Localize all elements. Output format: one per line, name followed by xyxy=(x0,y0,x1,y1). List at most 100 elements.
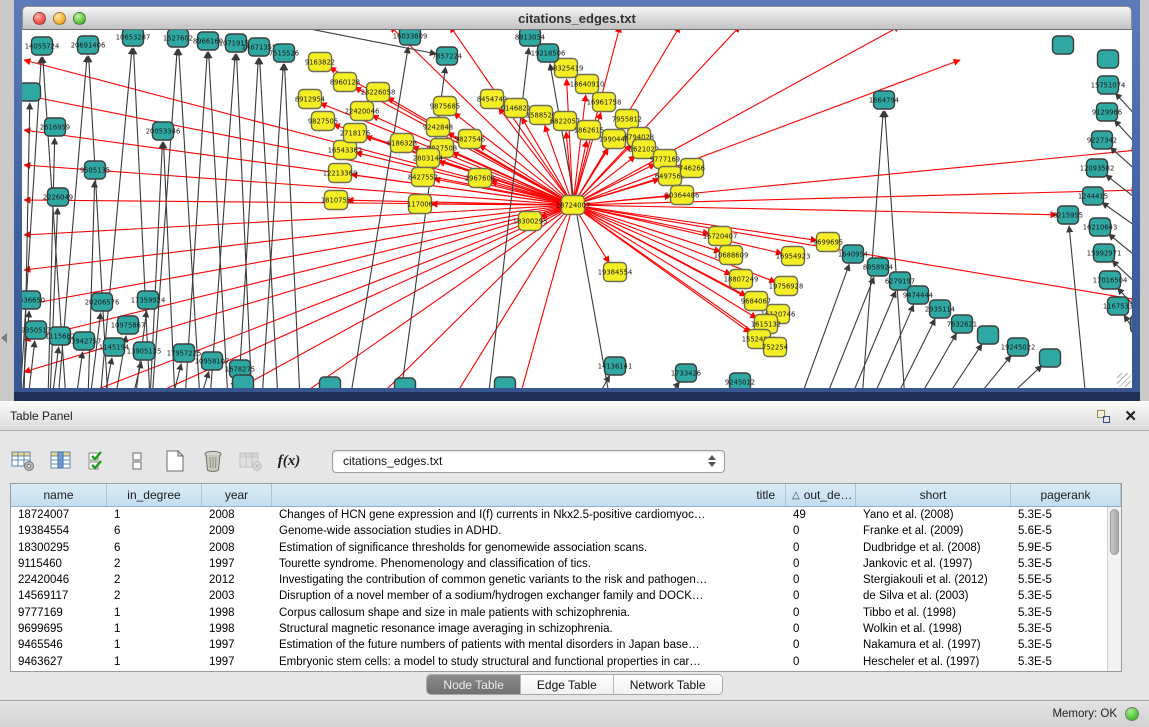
tab-edge-table[interactable]: Edge Table xyxy=(521,675,614,694)
table-cell[interactable]: Investigating the contribution of common… xyxy=(272,572,786,588)
table-cell[interactable]: Franke et al. (2009) xyxy=(856,523,1011,539)
table-cell[interactable]: 2 xyxy=(107,572,202,588)
column-header-outde[interactable]: △out_de… xyxy=(786,484,856,506)
table-cell[interactable]: Estimation of the future numbers of pati… xyxy=(272,637,786,653)
table-cell[interactable]: 0 xyxy=(786,523,856,539)
table-cell[interactable]: Wolkin et al. (1998) xyxy=(856,621,1011,637)
column-header-year[interactable]: year xyxy=(202,484,272,506)
table-row[interactable]: 1938455462009Genome-wide association stu… xyxy=(11,523,1121,539)
network-node[interactable] xyxy=(1040,349,1061,367)
table-cell[interactable]: Structural magnetic resonance image aver… xyxy=(272,621,786,637)
table-cell[interactable]: 5.3E-5 xyxy=(1011,556,1121,572)
table-cell[interactable]: 2003 xyxy=(202,588,272,604)
table-row[interactable]: 946362711997Embryonic stem cells: a mode… xyxy=(11,654,1121,670)
table-cell[interactable]: 5.3E-5 xyxy=(1011,654,1121,670)
column-header-name[interactable]: name xyxy=(11,484,107,506)
table-cell[interactable]: 9115460 xyxy=(11,556,107,572)
table-cell[interactable]: 1997 xyxy=(202,556,272,572)
network-window-titlebar[interactable]: citations_edges.txt xyxy=(22,6,1132,30)
zoom-button[interactable] xyxy=(73,12,86,25)
table-cell[interactable]: 9463627 xyxy=(11,654,107,670)
table-cell[interactable]: 5.3E-5 xyxy=(1011,588,1121,604)
table-row[interactable]: 1872400712008Changes of HCN gene express… xyxy=(11,507,1121,523)
table-row[interactable]: 1830029562008Estimation of significance … xyxy=(11,540,1121,556)
table-cell[interactable]: 2009 xyxy=(202,523,272,539)
table-cell[interactable]: 18724007 xyxy=(11,507,107,523)
table-scrollbar[interactable] xyxy=(1107,507,1121,671)
table-cell[interactable]: 1 xyxy=(107,507,202,523)
column-header-short[interactable]: short xyxy=(856,484,1011,506)
table-cell[interactable]: 1998 xyxy=(202,605,272,621)
table-row[interactable]: 977716911998Corpus callosum shape and si… xyxy=(11,605,1121,621)
table-cell[interactable]: 5.6E-5 xyxy=(1011,523,1121,539)
network-node[interactable] xyxy=(1053,36,1074,54)
table-cell[interactable]: 6 xyxy=(107,523,202,539)
table-cell[interactable]: Estimation of significance thresholds fo… xyxy=(272,540,786,556)
table-column-icon[interactable] xyxy=(48,449,74,473)
table-cell[interactable]: Tourette syndrome. Phenomenology and cla… xyxy=(272,556,786,572)
table-cell[interactable]: Corpus callosum shape and size in male p… xyxy=(272,605,786,621)
table-cell[interactable]: 1998 xyxy=(202,621,272,637)
table-cell[interactable]: Stergiakouli et al. (2012) xyxy=(856,572,1011,588)
table-row[interactable]: 911546021997Tourette syndrome. Phenomeno… xyxy=(11,556,1121,572)
new-table-icon[interactable] xyxy=(162,449,188,473)
network-node[interactable] xyxy=(495,377,516,388)
table-cell[interactable]: 1 xyxy=(107,654,202,670)
table-cell[interactable]: 0 xyxy=(786,540,856,556)
table-cell[interactable]: 2012 xyxy=(202,572,272,588)
table-cell[interactable]: Nakamura et al. (1997) xyxy=(856,637,1011,653)
table-row[interactable]: 946554611997Estimation of the future num… xyxy=(11,637,1121,653)
table-settings-icon[interactable] xyxy=(10,449,36,473)
table-row[interactable]: 969969511998Structural magnetic resonanc… xyxy=(11,621,1121,637)
table-selector-dropdown[interactable]: citations_edges.txt xyxy=(332,450,725,473)
close-button[interactable] xyxy=(33,12,46,25)
table-cell[interactable]: 0 xyxy=(786,621,856,637)
minimize-button[interactable] xyxy=(53,12,66,25)
network-node[interactable] xyxy=(1098,50,1119,68)
table-cell[interactable]: 6 xyxy=(107,540,202,556)
table-cell[interactable]: 9465546 xyxy=(11,637,107,653)
close-panel-icon[interactable]: ✕ xyxy=(1124,409,1137,424)
table-cell[interactable]: 0 xyxy=(786,654,856,670)
table-cell[interactable]: Embryonic stem cells: a model to study s… xyxy=(272,654,786,670)
network-node[interactable] xyxy=(395,378,416,388)
table-cell[interactable]: Yano et al. (2008) xyxy=(856,507,1011,523)
table-cell[interactable]: 22420046 xyxy=(11,572,107,588)
table-cell[interactable]: 2 xyxy=(107,556,202,572)
network-node[interactable] xyxy=(233,375,254,388)
table-cell[interactable]: 1 xyxy=(107,621,202,637)
column-header-title[interactable]: title xyxy=(272,484,786,506)
table-cell[interactable]: 0 xyxy=(786,588,856,604)
table-cell[interactable]: Disruption of a novel member of a sodium… xyxy=(272,588,786,604)
table-cell[interactable]: 1997 xyxy=(202,637,272,653)
table-cell[interactable]: 14569117 xyxy=(11,588,107,604)
panel-collapse-arrow[interactable] xyxy=(1,333,7,343)
network-node[interactable] xyxy=(22,83,41,101)
table-cell[interactable]: 9699695 xyxy=(11,621,107,637)
network-canvas[interactable]: 1872400791638228960128891295498275051654… xyxy=(22,30,1132,388)
table-cell[interactable]: 19384554 xyxy=(11,523,107,539)
table-cell[interactable]: 5.3E-5 xyxy=(1011,605,1121,621)
table-cell[interactable]: 5.3E-5 xyxy=(1011,621,1121,637)
table-cell[interactable]: 5.3E-5 xyxy=(1011,507,1121,523)
tab-network-table[interactable]: Network Table xyxy=(614,675,722,694)
table-row[interactable]: 1456911722003Disruption of a novel membe… xyxy=(11,588,1121,604)
table-cell[interactable]: Genome-wide association studies in ADHD. xyxy=(272,523,786,539)
column-header-pagerank[interactable]: pagerank xyxy=(1011,484,1121,506)
table-cell[interactable]: 0 xyxy=(786,556,856,572)
tab-node-table[interactable]: Node Table xyxy=(427,675,521,694)
table-cell[interactable]: 49 xyxy=(786,507,856,523)
function-icon[interactable]: f(x) xyxy=(276,449,302,473)
table-cell[interactable]: 1997 xyxy=(202,654,272,670)
delete-table-icon[interactable] xyxy=(200,449,226,473)
column-header-indegree[interactable]: in_degree xyxy=(107,484,202,506)
table-cell[interactable]: 1 xyxy=(107,637,202,653)
table-cell[interactable]: 0 xyxy=(786,572,856,588)
table-cell[interactable]: Jankovic et al. (1997) xyxy=(856,556,1011,572)
table-cell[interactable]: Dudbridge et al. (2008) xyxy=(856,540,1011,556)
resize-grip[interactable] xyxy=(1117,373,1131,387)
table-cell[interactable]: 0 xyxy=(786,637,856,653)
scrollbar-thumb[interactable] xyxy=(1110,509,1119,555)
float-panel-icon[interactable] xyxy=(1097,410,1110,423)
table-cell[interactable]: 5.5E-5 xyxy=(1011,572,1121,588)
